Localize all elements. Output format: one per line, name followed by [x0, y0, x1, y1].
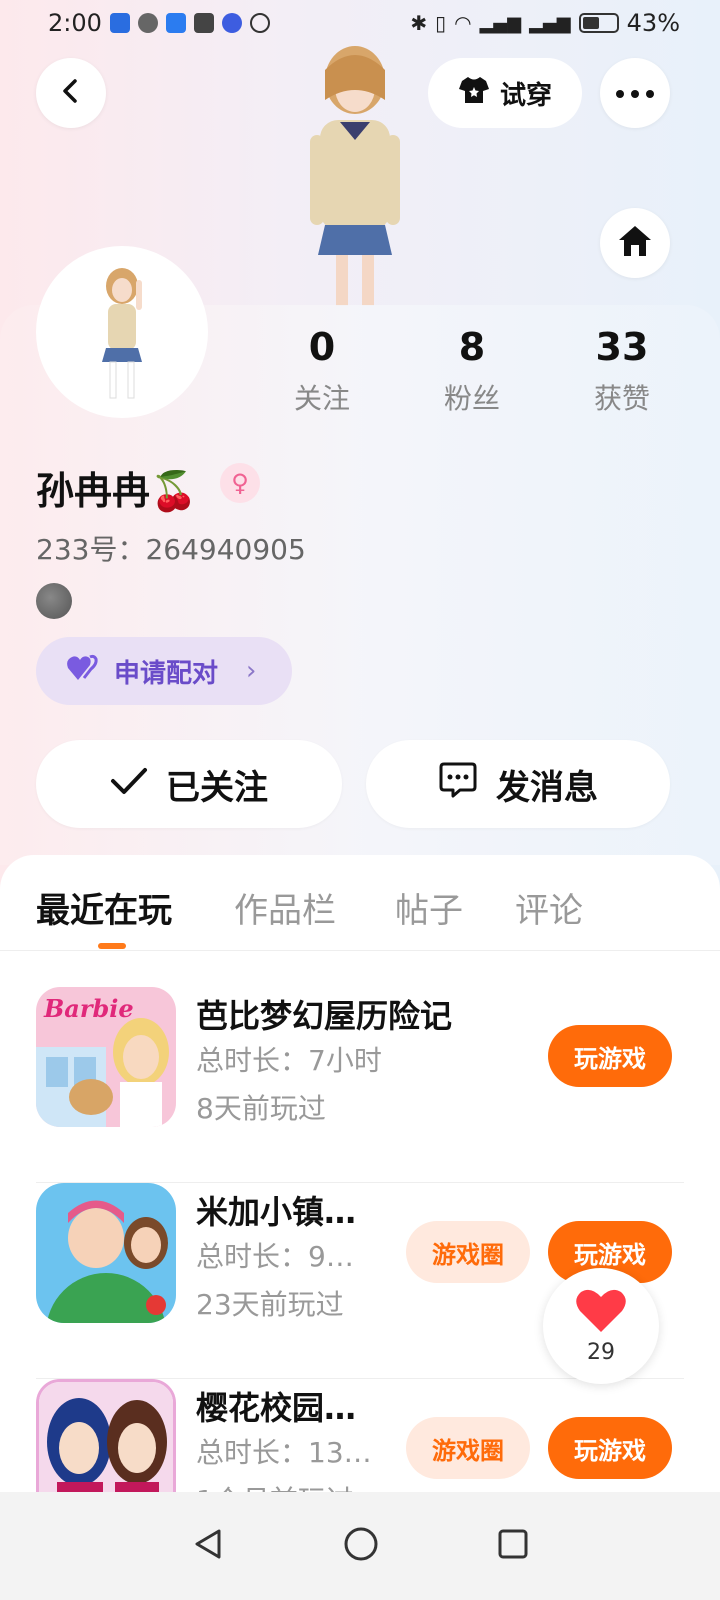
game-icon-barbie[interactable]: Barbie — [36, 987, 176, 1127]
heart-pair-icon — [66, 654, 100, 689]
chevron-right-icon: › — [246, 656, 257, 686]
play-game-button[interactable]: 玩游戏 — [548, 1417, 672, 1479]
stat-likes-count: 33 — [595, 325, 649, 369]
game-duration: 总时长：13… — [196, 1436, 372, 1469]
username: 孙冉冉🍒 — [36, 469, 198, 513]
wifi-icon: ◠ — [454, 11, 472, 35]
signal-icon-2: ▂▄▆ — [529, 12, 571, 34]
home-circle-icon[interactable] — [343, 1526, 379, 1566]
back-button[interactable] — [36, 58, 106, 128]
cloud-icon — [165, 13, 186, 33]
stat-fans-count: 8 — [458, 325, 486, 369]
stat-likes-label: 获赞 — [593, 382, 650, 415]
game-last-played: 8天前玩过 — [196, 1092, 326, 1125]
wechat-icon — [137, 13, 158, 33]
stat-likes[interactable]: 33 获赞 — [562, 325, 682, 417]
game-title: 樱花校园… — [196, 1389, 357, 1427]
checkmark-icon — [110, 764, 148, 804]
game-title: 芭比梦幻屋历险记 — [196, 997, 453, 1035]
battery-icon — [578, 13, 619, 33]
request-pair-button[interactable]: 申请配对 › — [36, 637, 292, 705]
like-floating-button[interactable]: 29 — [543, 1268, 659, 1384]
game-circle-button[interactable]: 游戏圈 — [406, 1221, 530, 1283]
avatar[interactable] — [36, 246, 208, 418]
more-dots-icon — [615, 84, 655, 103]
status-time: 2:00 — [48, 9, 102, 37]
signal-icon: ▂▄▆ — [479, 12, 522, 34]
avatar-3d-figure[interactable] — [270, 40, 440, 306]
system-nav-bar — [0, 1492, 720, 1600]
recents-square-icon[interactable] — [497, 1528, 529, 1564]
game-row[interactable]: Barbie 芭比梦幻屋历险记 总时长：7小时 8天前玩过 玩游戏 — [0, 987, 720, 1183]
more-options-button[interactable] — [600, 58, 670, 128]
home-button[interactable] — [600, 208, 670, 278]
paw-icon — [109, 13, 130, 33]
followed-button[interactable]: 已关注 — [36, 740, 342, 828]
moon-icon — [36, 583, 72, 619]
try-on-label: 试穿 — [499, 80, 552, 111]
tab-bar: 最近在玩 作品栏 帖子 评论 — [0, 855, 720, 951]
female-gender-icon: ♀ — [220, 463, 260, 503]
stat-following-count: 0 — [308, 325, 336, 369]
battery-level: 43% — [626, 9, 680, 37]
tab-comments[interactable]: 评论 — [515, 883, 583, 932]
request-pair-label: 申请配对 — [114, 658, 219, 689]
game-title: 米加小镇… — [196, 1193, 357, 1231]
stat-fans[interactable]: 8 粉丝 — [412, 325, 532, 417]
stat-following[interactable]: 0 关注 — [262, 325, 382, 417]
tab-active-indicator — [98, 943, 126, 949]
svg-text:Barbie: Barbie — [43, 994, 134, 1023]
content-panel: 最近在玩 作品栏 帖子 评论 Barbie 芭比梦幻屋历险记 总时长：7小时 8… — [0, 855, 720, 1519]
chat-bubble-icon — [438, 761, 478, 808]
stat-fans-label: 粉丝 — [443, 382, 500, 415]
try-on-button[interactable]: 试穿 — [428, 58, 582, 128]
tab-posts[interactable]: 帖子 — [395, 883, 463, 932]
send-message-button[interactable]: 发消息 — [366, 740, 670, 828]
eye-icon — [249, 13, 270, 33]
game-last-played: 23天前玩过 — [196, 1288, 344, 1321]
game-circle-button[interactable]: 游戏圈 — [406, 1417, 530, 1479]
chevron-left-icon — [57, 77, 85, 109]
tab-works[interactable]: 作品栏 — [234, 883, 336, 932]
home-icon — [616, 223, 654, 263]
back-triangle-icon[interactable] — [191, 1527, 225, 1565]
shirt-icon — [458, 75, 490, 112]
game-icon-miga-town[interactable] — [36, 1183, 176, 1323]
vibrate-icon: ▯ — [435, 11, 447, 35]
user-id: 233号：264940905 — [36, 533, 306, 566]
bluetooth-icon: ✱ — [410, 11, 428, 35]
mail-icon — [193, 13, 214, 33]
play-game-button[interactable]: 玩游戏 — [548, 1025, 672, 1087]
game-duration: 总时长：9… — [196, 1240, 354, 1273]
followed-label: 已关注 — [166, 767, 268, 808]
game-duration: 总时长：7小时 — [196, 1044, 382, 1077]
like-count: 29 — [587, 1339, 615, 1365]
heart-icon — [575, 1288, 627, 1338]
tab-recently-played[interactable]: 最近在玩 — [36, 883, 172, 932]
music-icon — [221, 13, 242, 33]
stat-following-label: 关注 — [293, 382, 350, 415]
send-message-label: 发消息 — [496, 767, 598, 808]
